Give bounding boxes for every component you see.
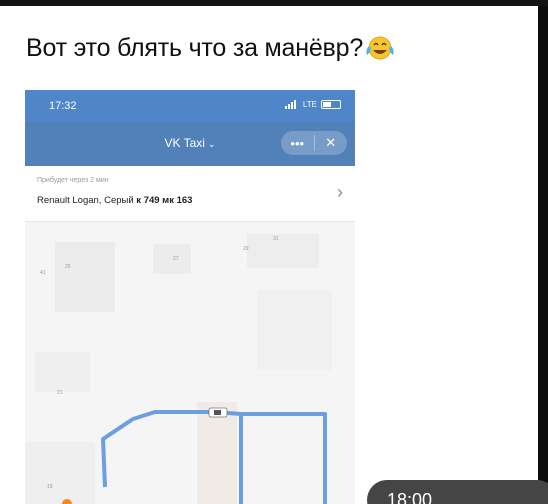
header-actions: ••• ✕ (281, 131, 347, 155)
face-with-tears-of-joy-icon (366, 36, 394, 60)
status-time: 17:32 (49, 100, 77, 112)
car-plate: к 749 мк 163 (136, 195, 193, 206)
route-map[interactable]: 27 29 31 41 25 21 19 (25, 222, 355, 504)
house-number: 19 (47, 484, 53, 490)
car-info: Renault Logan, Серый к 749 мк 163 (37, 195, 192, 206)
overlay-message-bubble: 18:00 (367, 480, 548, 504)
signal-icon (284, 100, 296, 109)
close-button[interactable]: ✕ (315, 131, 348, 155)
chevron-right-icon[interactable]: › (337, 182, 343, 203)
window-right-edge (538, 6, 548, 504)
map-building (153, 244, 191, 274)
taxi-car-icon (208, 407, 228, 418)
ride-info-card[interactable]: Прибудет через 2 мин Renault Logan, Серы… (25, 166, 355, 222)
house-number: 31 (273, 236, 279, 242)
map-building (55, 242, 115, 312)
app-title: VK Taxi (164, 136, 205, 150)
post-text-content: Вот это блять что за манёвр? (26, 34, 364, 62)
map-canvas: 27 29 31 41 25 21 19 (25, 222, 355, 504)
app-header: VK Taxi ⌄ ••• ✕ (25, 122, 355, 166)
map-building (247, 234, 319, 268)
more-button[interactable]: ••• (281, 131, 314, 155)
network-label: LTE (302, 99, 317, 109)
house-number: 41 (40, 270, 46, 276)
car-description: Renault Logan, Серый (37, 195, 134, 206)
battery-icon (321, 99, 341, 109)
status-bar: 17:32 LTE (25, 90, 355, 122)
status-icons: LTE (284, 99, 341, 109)
house-number: 21 (57, 390, 63, 396)
map-building (25, 442, 95, 504)
map-building (257, 290, 332, 370)
post-text: Вот это блять что за манёвр? (26, 34, 395, 63)
overlay-time: 18:00 (387, 490, 433, 504)
chevron-down-icon: ⌄ (207, 139, 216, 149)
map-building (35, 352, 90, 392)
arrival-text: Прибудет через 2 мин (37, 177, 109, 184)
house-number: 27 (173, 256, 179, 262)
house-number: 29 (243, 246, 249, 252)
chat-post: Вот это блять что за манёвр? 17:32 LTE V… (0, 6, 538, 504)
house-number: 25 (65, 264, 71, 270)
taxi-app-screenshot: 17:32 LTE VK Taxi ⌄ ••• ✕ Прибудет через… (25, 90, 355, 504)
